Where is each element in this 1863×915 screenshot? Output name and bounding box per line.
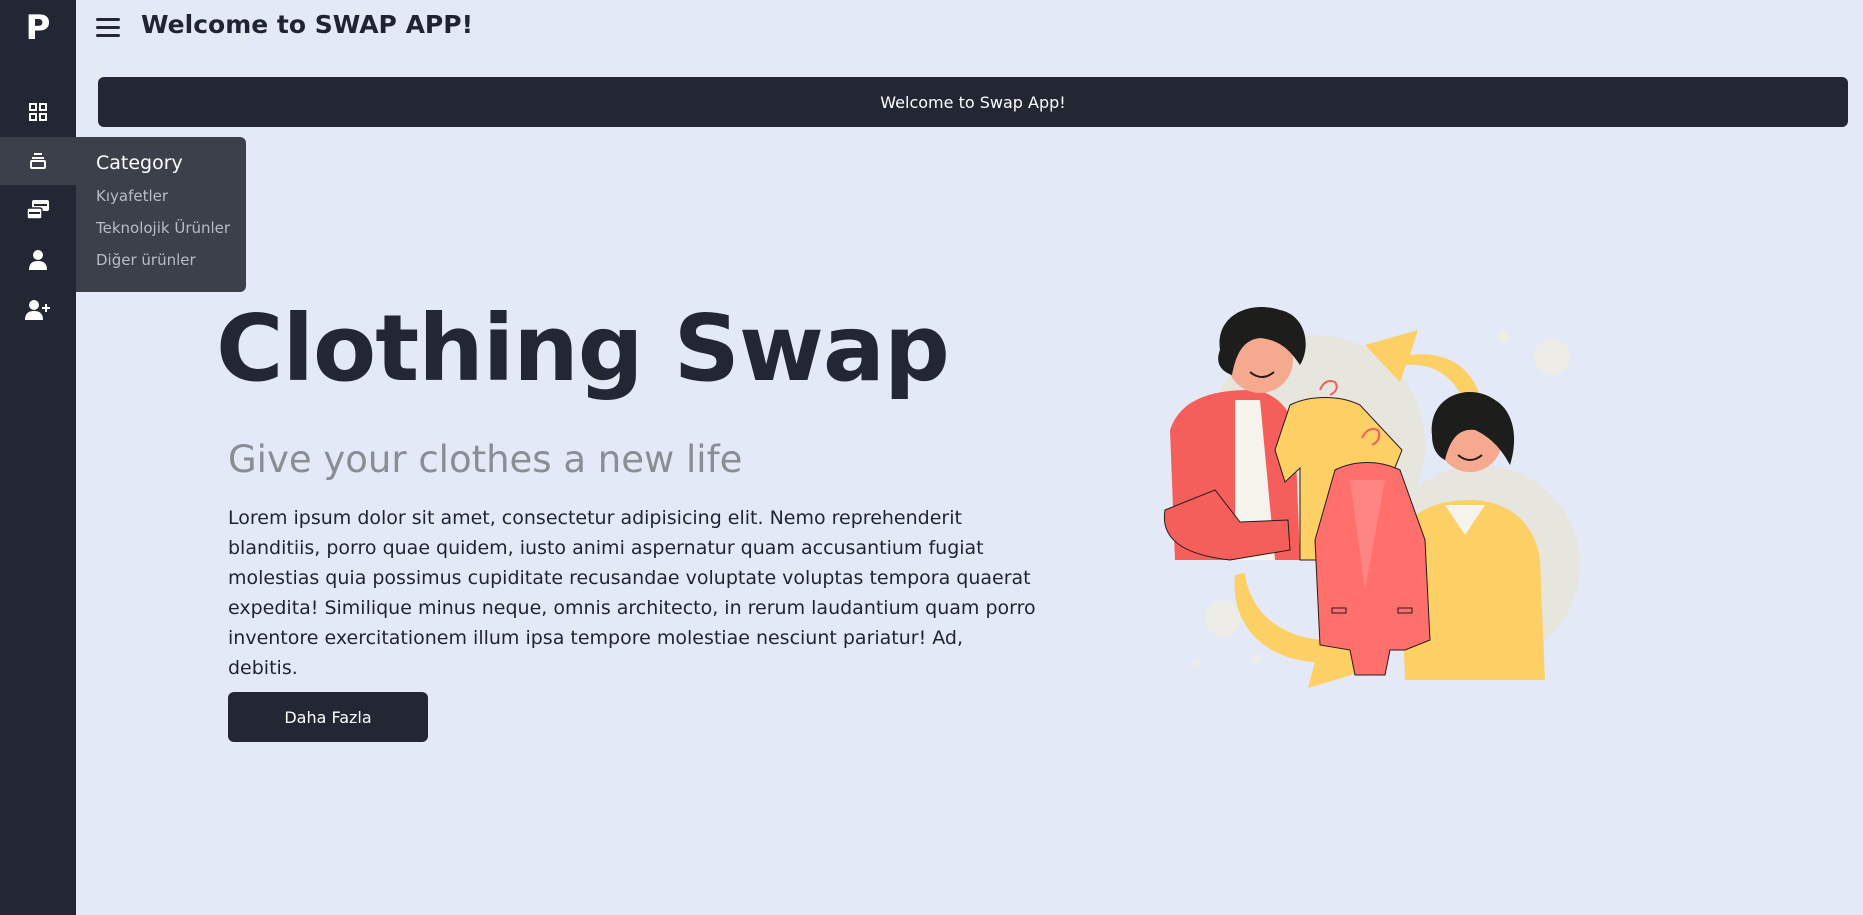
- sidebar-item-category[interactable]: [0, 137, 76, 185]
- flyout-item-tech-products[interactable]: Teknolojik Ürünler: [96, 218, 246, 250]
- flyout-item-other-products[interactable]: Diğer ürünler: [96, 250, 246, 282]
- category-flyout-menu: Category Kıyafetler Teknolojik Ürünler D…: [76, 137, 246, 292]
- category-stack-icon: [30, 153, 46, 169]
- user-icon: [29, 250, 47, 270]
- clothing-swap-illustration: [1163, 306, 1580, 688]
- hero-subtitle: Give your clothes a new life: [228, 438, 743, 481]
- user-add-icon: [25, 300, 50, 320]
- hamburger-menu-icon[interactable]: [96, 16, 122, 38]
- sidebar-item-swap[interactable]: [0, 186, 76, 234]
- dashboard-grid-icon: [29, 103, 47, 121]
- hero-title: Clothing Swap: [216, 295, 950, 402]
- more-button[interactable]: Daha Fazla: [228, 692, 428, 742]
- sidebar-item-add-user[interactable]: [0, 286, 76, 334]
- welcome-banner: Welcome to Swap App!: [98, 77, 1848, 127]
- sidebar-item-profile[interactable]: [0, 236, 76, 284]
- swap-cards-icon: [26, 200, 49, 220]
- hero-description: Lorem ipsum dolor sit amet, consectetur …: [228, 507, 1036, 679]
- flyout-item-clothes[interactable]: Kıyafetler: [96, 186, 246, 218]
- flyout-title: Category: [96, 152, 183, 174]
- app-logo[interactable]: P: [22, 8, 54, 48]
- sidebar: P: [0, 0, 76, 915]
- sidebar-item-dashboard[interactable]: [0, 88, 76, 136]
- page-title: Welcome to SWAP APP!: [141, 10, 473, 39]
